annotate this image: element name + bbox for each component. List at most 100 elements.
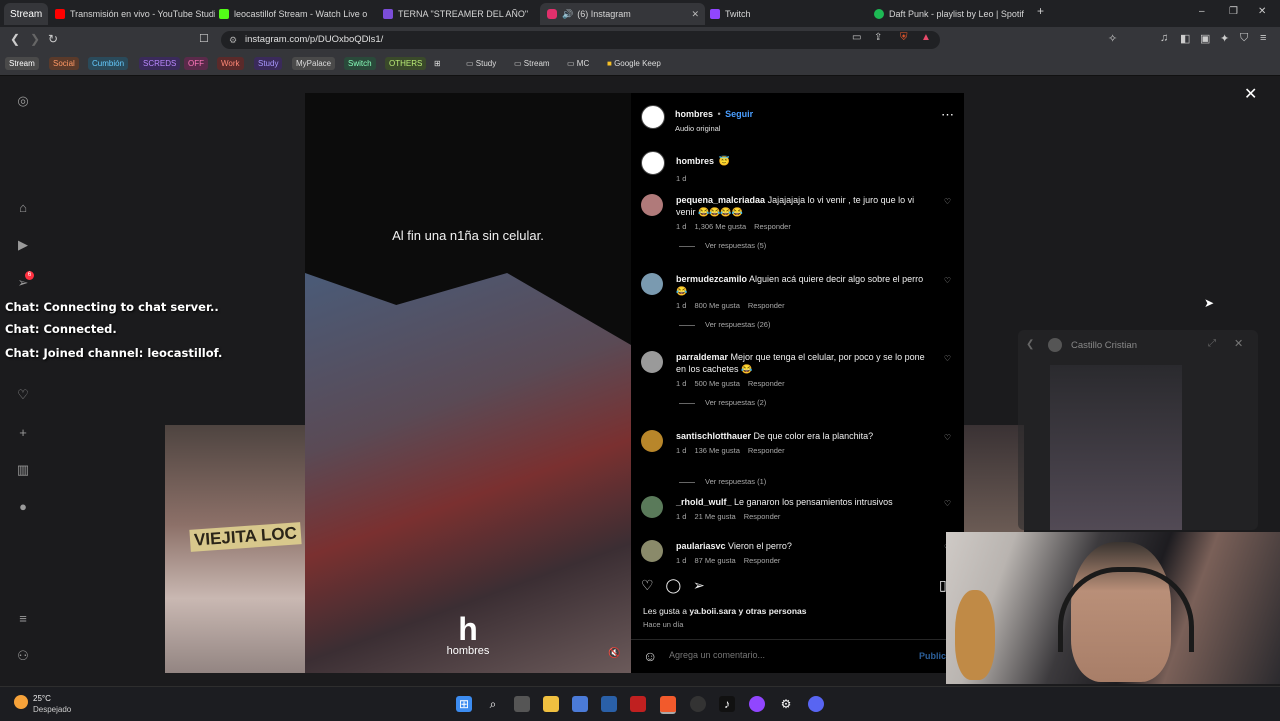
pip-close-icon[interactable]: ✕: [1234, 337, 1243, 350]
tab-terna[interactable]: TERNA "STREAMER DEL AÑO": [383, 3, 533, 25]
start-icon[interactable]: ⊞: [456, 696, 472, 712]
instagram-logo-icon[interactable]: ◎: [16, 94, 30, 108]
commenter-name[interactable]: parraldemar: [676, 352, 728, 362]
weather-icon[interactable]: [14, 695, 28, 709]
forward-icon[interactable]: ❯: [30, 32, 40, 46]
comment-like-icon[interactable]: ♡: [944, 276, 951, 285]
like-icon[interactable]: ♡: [641, 577, 654, 593]
rewards-icon[interactable]: ▲: [921, 32, 931, 43]
bookmark-screds[interactable]: SCREDS: [139, 57, 181, 70]
reply-button[interactable]: Responder: [748, 301, 785, 310]
view-replies-button[interactable]: Ver respuestas (1): [679, 477, 766, 486]
bookmark-folder-mc[interactable]: ▭ MC: [567, 57, 589, 70]
commenter-avatar[interactable]: [641, 194, 663, 216]
bookmark-others[interactable]: OTHERS: [385, 57, 427, 70]
sidebar-icon[interactable]: ◧: [1180, 32, 1190, 45]
share-icon[interactable]: ⇪: [874, 32, 882, 43]
profile-icon[interactable]: ●: [16, 500, 30, 514]
task-view-icon[interactable]: [514, 696, 530, 712]
comment-like-icon[interactable]: ♡: [944, 433, 951, 442]
commenter-name[interactable]: _rhold_wulf_: [676, 497, 732, 507]
reel-video[interactable]: Al fin una n1ña sin celular. h hombres 🔇: [305, 93, 631, 673]
more-menu-icon[interactable]: ≡: [16, 612, 30, 626]
tiktok-icon[interactable]: ♪: [719, 696, 735, 712]
view-replies-button[interactable]: Ver respuestas (2): [679, 398, 766, 407]
tab-kick[interactable]: leocastillof Stream - Watch Live on K: [219, 3, 367, 25]
comment-likes[interactable]: 87 Me gusta: [694, 556, 735, 565]
bookmark-mypalace[interactable]: MyPalace: [292, 57, 336, 70]
weather-description[interactable]: Despejado: [33, 705, 71, 714]
reply-button[interactable]: Responder: [748, 446, 785, 455]
commenter-avatar[interactable]: [641, 496, 663, 518]
wallet-icon[interactable]: ▣: [1200, 32, 1210, 45]
back-icon[interactable]: ❮: [10, 32, 20, 46]
site-info-icon[interactable]: ⚙: [229, 31, 237, 49]
settings-icon[interactable]: ⚙: [778, 696, 794, 712]
install-app-icon[interactable]: ▭: [852, 32, 861, 43]
picture-in-picture-window[interactable]: ❮ Castillo Cristian ⤢ ✕: [1018, 330, 1258, 530]
media-icon[interactable]: ♫: [1160, 32, 1168, 44]
bookmark-folder-stream[interactable]: ▭ Stream: [514, 57, 550, 70]
pip-back-icon[interactable]: ❮: [1026, 339, 1034, 350]
author-name[interactable]: hombres: [675, 109, 713, 119]
tab-stream-menu[interactable]: Stream: [4, 3, 48, 25]
commenter-name[interactable]: bermudezcamilo: [676, 274, 747, 284]
follow-button[interactable]: Seguir: [725, 109, 753, 119]
reply-button[interactable]: Responder: [754, 222, 791, 231]
menu-icon[interactable]: ≡: [1260, 32, 1266, 44]
comment-like-icon[interactable]: ♡: [944, 354, 951, 363]
comment-likes[interactable]: 800 Me gusta: [694, 301, 739, 310]
likes-others[interactable]: y otras personas: [738, 606, 806, 616]
pip-expand-icon[interactable]: ⤢: [1208, 338, 1216, 349]
reply-button[interactable]: Responder: [744, 512, 781, 521]
brave-shield-icon[interactable]: ⛨: [900, 32, 908, 43]
close-post-icon[interactable]: ✕: [1244, 84, 1257, 104]
reply-button[interactable]: Responder: [744, 556, 781, 565]
caption-avatar[interactable]: [641, 151, 665, 175]
bookmark-social[interactable]: Social: [49, 57, 79, 70]
author-avatar[interactable]: [641, 105, 665, 129]
comment-like-icon[interactable]: ♡: [944, 499, 951, 508]
tab-twitch[interactable]: Twitch: [710, 3, 860, 25]
bookmark-folder-study[interactable]: ▭ Study: [466, 57, 496, 70]
new-tab-button[interactable]: +: [1037, 4, 1044, 18]
tab-spotify[interactable]: Daft Punk - playlist by Leo | Spotify: [874, 3, 1024, 25]
view-replies-button[interactable]: Ver respuestas (26): [679, 320, 770, 329]
commenter-name[interactable]: paulariasvc: [676, 541, 726, 551]
discord-icon[interactable]: [808, 696, 824, 712]
apps-grid-icon[interactable]: ⊞: [434, 57, 441, 70]
vpn-icon[interactable]: ⛉: [1240, 32, 1248, 45]
bookmark-icon[interactable]: ☐: [199, 32, 209, 45]
commenter-name[interactable]: santischlotthauer: [676, 431, 751, 441]
url-field[interactable]: ⚙ instagram.com/p/DUOxboQDls1/: [221, 31, 940, 49]
store-icon[interactable]: [572, 696, 588, 712]
commenter-avatar[interactable]: [641, 430, 663, 452]
weather-temp[interactable]: 25°C: [33, 694, 51, 703]
tab-youtube-studio[interactable]: Transmisión en vivo - YouTube Studio: [55, 3, 215, 25]
bookmark-folder-google-keep[interactable]: ■ Google Keep: [607, 57, 661, 70]
vscode-icon[interactable]: [601, 696, 617, 712]
restore-button[interactable]: ❐: [1229, 6, 1238, 17]
audio-label[interactable]: Audio original: [675, 124, 753, 133]
file-explorer-icon[interactable]: [543, 696, 559, 712]
reload-icon[interactable]: ↻: [48, 32, 58, 46]
comment-likes[interactable]: 136 Me gusta: [694, 446, 739, 455]
comment-icon[interactable]: ◯: [665, 577, 681, 593]
mute-icon[interactable]: 🔇: [608, 648, 620, 659]
leo-ai-icon[interactable]: ✦: [1220, 32, 1229, 45]
share-icon[interactable]: ➢: [693, 577, 705, 593]
twitch-app-icon[interactable]: [749, 696, 765, 712]
comment-likes[interactable]: 21 Me gusta: [694, 512, 735, 521]
bookmark-cumbión[interactable]: Cumbión: [88, 57, 129, 70]
tab-instagram[interactable]: 🔊 (6) Instagram ✕: [540, 3, 705, 25]
likes-user[interactable]: ya.boii.sara: [689, 606, 736, 616]
game-icon[interactable]: [630, 696, 646, 712]
minimize-button[interactable]: –: [1199, 6, 1205, 17]
tab-close-icon[interactable]: ✕: [685, 9, 705, 20]
emoji-icon[interactable]: ☺: [643, 648, 657, 664]
extensions-icon[interactable]: ✧: [1108, 32, 1117, 45]
commenter-avatar[interactable]: [641, 540, 663, 562]
bookmark-switch[interactable]: Switch: [344, 57, 376, 70]
comment-input[interactable]: [667, 649, 911, 661]
reply-button[interactable]: Responder: [748, 379, 785, 388]
